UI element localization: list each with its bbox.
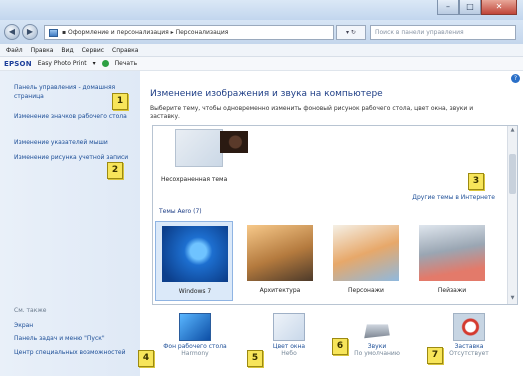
sounds-value: По умолчанию [354,350,400,357]
taskbar-start-menu-link[interactable]: Панель задач и меню "Пуск" [14,334,134,343]
screensaver-icon [453,313,485,341]
forward-button[interactable]: ▶ [22,24,38,40]
theme-architecture[interactable]: Архитектура [241,221,319,301]
menu-edit[interactable]: Правка [31,47,54,54]
callout-6: 6 [332,338,348,355]
see-also-heading: См. также [14,307,47,314]
display-link[interactable]: Экран [14,321,134,330]
callout-5: 5 [247,350,263,367]
window-color-setting[interactable]: Цвет окна Небо [254,313,324,357]
theme-characters-preview [333,225,399,281]
theme-architecture-preview [247,225,313,281]
address-path: ▪ Оформление и персонализация ▸ Персонал… [62,29,229,36]
search-input[interactable]: Поиск в панели управления [370,25,516,40]
address-bar[interactable]: ▪ Оформление и персонализация ▸ Персонал… [44,25,334,40]
menu-file[interactable]: Файл [6,47,23,54]
print-button[interactable]: Печать [115,60,137,67]
left-pane: Панель управления - домашняя страница Из… [0,71,140,376]
sounds-setting[interactable]: Звуки По умолчанию [342,313,412,357]
easy-photo-print-button[interactable]: Easy Photo Print [38,60,87,67]
change-desktop-icons-link[interactable]: Изменение значков рабочего стола [14,112,132,121]
desktop-background-value: Harmony [181,350,209,357]
back-button[interactable]: ◀ [4,24,20,40]
callout-7: 7 [427,347,443,364]
theme-list: Несохраненная тема Другие темы в Интерне… [152,125,518,305]
title-bar: – □ ✕ [0,0,523,20]
epson-toolbar: EPSON Easy Photo Print ▾ Печать [0,57,523,71]
theme-windows7[interactable]: Windows 7 [155,221,233,301]
minimize-button[interactable]: – [437,0,459,15]
theme-architecture-label: Архитектура [259,287,301,294]
theme-characters-label: Персонажи [348,287,384,294]
ease-of-access-link[interactable]: Центр специальных возможностей [14,348,134,357]
print-icon [101,60,109,67]
address-row: ◀ ▶ ▪ Оформление и персонализация ▸ Перс… [0,20,523,44]
theme-windows7-preview [162,226,228,282]
callout-4: 4 [138,350,154,367]
window-controls: – □ ✕ [437,0,517,16]
screensaver-setting[interactable]: Заставка Отсутствует [434,313,504,357]
personalization-window: – □ ✕ ◀ ▶ ▪ Оформление и персонализация … [0,0,523,376]
menu-bar: Файл Правка Вид Сервис Справка [0,44,523,57]
menu-tools[interactable]: Сервис [82,47,104,54]
theme-landscapes-preview [419,225,485,281]
scroll-down-icon[interactable]: ▼ [509,295,516,303]
close-button[interactable]: ✕ [481,0,517,15]
theme-landscapes[interactable]: Пейзажи [413,221,491,301]
desktop-background-icon [179,313,211,341]
page-description: Выберите тему, чтобы одновременно измени… [150,105,474,120]
sounds-label: Звуки [367,343,387,350]
screensaver-label: Заставка [454,343,484,350]
scroll-thumb[interactable] [509,154,516,194]
refresh-button[interactable]: ▾ ↻ [336,25,366,40]
page-title: Изменение изображения и звука на компьют… [150,89,383,99]
theme-windows7-label: Windows 7 [178,288,212,295]
change-account-picture-link[interactable]: Изменение рисунка учетной записи [14,153,132,162]
change-mouse-pointers-link[interactable]: Изменение указателей мыши [14,138,132,147]
window-color-value: Небо [281,350,297,357]
theme-list-scrollbar[interactable]: ▲ ▼ [507,126,517,304]
screensaver-value: Отсутствует [449,350,489,357]
unsaved-theme-photo [220,131,248,153]
scroll-up-icon[interactable]: ▲ [509,127,516,135]
callout-2: 2 [107,162,123,179]
desktop-background-setting[interactable]: Фон рабочего стола Harmony [160,313,230,357]
theme-characters[interactable]: Персонажи [327,221,405,301]
aero-themes-heading: Темы Aero (7) [159,208,202,215]
window-color-icon [273,313,305,341]
callout-1: 1 [112,93,128,110]
epson-logo: EPSON [4,59,32,68]
desktop-background-label: Фон рабочего стола [163,343,227,350]
window-color-label: Цвет окна [272,343,306,350]
help-icon[interactable]: ? [511,74,520,83]
callout-3: 3 [468,173,484,190]
maximize-button[interactable]: □ [459,0,481,15]
unsaved-theme-label[interactable]: Несохраненная тема [161,176,227,183]
menu-help[interactable]: Справка [112,47,138,54]
sounds-icon [364,315,390,339]
theme-landscapes-label: Пейзажи [437,287,467,294]
dropdown-arrow-icon[interactable]: ▾ [93,60,96,67]
more-themes-online-link[interactable]: Другие темы в Интернете [412,194,495,201]
menu-view[interactable]: Вид [61,47,73,54]
control-panel-icon [49,28,58,37]
unsaved-theme-thumbnail[interactable] [175,129,248,167]
